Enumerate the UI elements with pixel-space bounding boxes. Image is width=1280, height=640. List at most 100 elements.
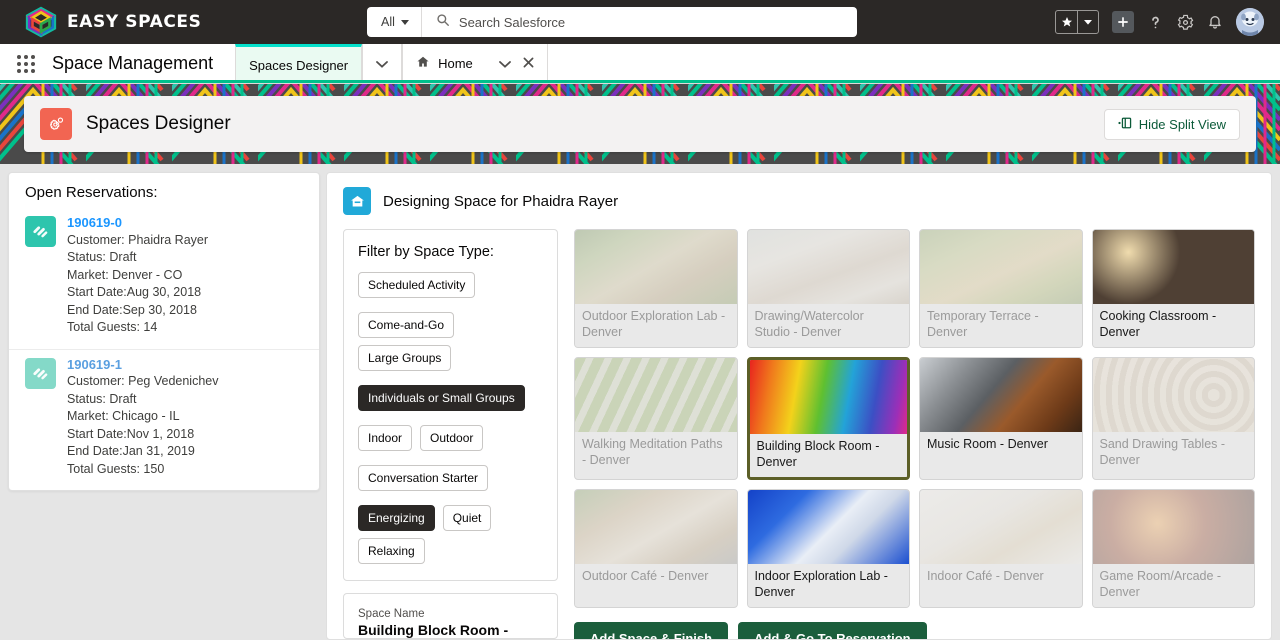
- space-card-image: [749, 360, 907, 434]
- space-card-building-block-room[interactable]: Building Block Room - Denver: [746, 357, 910, 480]
- favorites-group[interactable]: [1055, 10, 1099, 34]
- space-card-game-room-arcade[interactable]: Game Room/Arcade - Denver: [1091, 489, 1255, 608]
- space-cards-column: Outdoor Exploration Lab - Denver Drawing…: [574, 229, 1255, 639]
- field-label-space-name: Space Name: [358, 608, 425, 620]
- split-view-icon: [1118, 117, 1132, 132]
- chevron-down-icon: [400, 19, 409, 25]
- space-card-label: Sand Drawing Tables - Denver: [1092, 432, 1254, 475]
- global-header: EASY SPACES All Search Salesforce: [0, 0, 1280, 44]
- spaces-designer-panel: Designing Space for Phaidra Rayer Filter…: [326, 172, 1272, 640]
- gear-icon[interactable]: [1177, 14, 1194, 31]
- space-card-label: Walking Meditation Paths - Denver: [575, 432, 737, 475]
- space-card-sand-drawing-tables[interactable]: Sand Drawing Tables - Denver: [1091, 357, 1255, 480]
- filter-title: Filter by Space Type:: [358, 244, 494, 260]
- brand-name: EASY SPACES: [67, 12, 202, 32]
- space-card-walking-meditation-paths[interactable]: Walking Meditation Paths - Denver: [574, 357, 738, 480]
- filter-pill-outdoor[interactable]: Outdoor: [420, 425, 484, 451]
- filter-pill-conversation-starter[interactable]: Conversation Starter: [358, 465, 489, 491]
- space-card-cooking-classroom[interactable]: Cooking Classroom - Denver: [1091, 229, 1255, 348]
- space-card-label: Drawing/Watercolor Studio - Denver: [747, 304, 909, 347]
- global-search[interactable]: All Search Salesforce: [367, 7, 857, 37]
- tab-label: Spaces Designer: [249, 57, 349, 73]
- reservation-total-guests: Total Guests: 150: [67, 461, 165, 476]
- space-icon: [343, 187, 371, 215]
- favorites-chevron-down-icon[interactable]: [1077, 11, 1098, 33]
- help-button[interactable]: [1147, 14, 1164, 31]
- page-header-band: Spaces Designer Hide Split View: [0, 84, 1280, 164]
- space-card-label: Outdoor Café - Denver: [575, 564, 737, 606]
- designer-title: Designing Space for Phaidra Rayer: [383, 192, 619, 210]
- designer-body: Filter by Space Type: Scheduled Activity…: [343, 229, 1255, 639]
- space-card-image: [1092, 490, 1254, 564]
- space-card-label: Building Block Room - Denver: [749, 434, 907, 477]
- space-card-music-room[interactable]: Music Room - Denver: [919, 357, 1083, 480]
- filter-pill-quiet[interactable]: Quiet: [442, 505, 492, 531]
- space-card-image: [575, 490, 737, 564]
- space-card-label: Game Room/Arcade - Denver: [1092, 564, 1254, 607]
- filter-pill-energizing[interactable]: Energizing: [358, 505, 435, 531]
- add-and-go-to-reservation-button[interactable]: Add & Go To Reservation: [738, 622, 927, 639]
- home-icon: [416, 55, 430, 72]
- add-button[interactable]: [1112, 11, 1134, 33]
- tab-spaces-designer-menu[interactable]: [362, 44, 403, 83]
- space-card-label: Cooking Classroom - Denver: [1092, 304, 1254, 347]
- reservation-number-link[interactable]: 190619-1: [67, 356, 218, 374]
- space-card-image: [920, 490, 1082, 564]
- space-card-label: Indoor Exploration Lab - Denver: [747, 564, 909, 607]
- filter-pill-come-and-go[interactable]: Come-and-Go: [358, 312, 455, 338]
- space-card-image: [747, 230, 909, 304]
- space-card-indoor-cafe[interactable]: Indoor Café - Denver: [919, 489, 1083, 608]
- tab-home[interactable]: Home: [402, 44, 548, 83]
- filter-pill-large-groups[interactable]: Large Groups: [358, 345, 452, 371]
- reservation-number-link[interactable]: 190619-0: [67, 214, 208, 232]
- filter-pill-individuals-or-small-groups[interactable]: Individuals or Small Groups: [358, 385, 525, 411]
- filter-pill-indoor[interactable]: Indoor: [358, 425, 413, 451]
- space-card-grid: Outdoor Exploration Lab - Denver Drawing…: [574, 229, 1255, 608]
- field-value-space-name: Building Block Room - Denver: [358, 622, 509, 638]
- bell-icon[interactable]: [1207, 14, 1223, 30]
- space-details-panel: Space Name Building Block Room - Denver …: [343, 593, 558, 639]
- space-card-image: [575, 358, 737, 432]
- search-icon: [436, 13, 450, 32]
- hide-split-view-button[interactable]: Hide Split View: [1103, 108, 1240, 140]
- reservation-details: 190619-0 Customer: Phaidra Rayer Status:…: [67, 214, 208, 337]
- brand: EASY SPACES: [0, 5, 340, 39]
- close-icon[interactable]: [519, 56, 534, 71]
- star-icon[interactable]: [1056, 11, 1077, 33]
- list-item[interactable]: 190619-0 Customer: Phaidra Rayer Status:…: [9, 208, 319, 349]
- space-card-indoor-exploration-lab[interactable]: Indoor Exploration Lab - Denver: [746, 489, 910, 608]
- space-card-image: [575, 230, 737, 304]
- space-card-image: [747, 490, 909, 564]
- space-card-temporary-terrace[interactable]: Temporary Terrace - Denver: [919, 229, 1083, 348]
- space-card-outdoor-cafe[interactable]: Outdoor Café - Denver: [574, 489, 738, 608]
- filter-pill-scheduled-activity[interactable]: Scheduled Activity: [358, 272, 476, 298]
- chevron-down-icon[interactable]: [481, 56, 511, 71]
- hexagon-logo-icon: [24, 5, 58, 39]
- chevron-down-icon: [376, 56, 389, 71]
- reservation-customer: Customer: Phaidra Rayer: [67, 232, 209, 247]
- space-card-image: [1092, 230, 1254, 304]
- filter-pill-relaxing[interactable]: Relaxing: [358, 538, 425, 564]
- filter-pill-list: Scheduled Activity Come-and-Go Large Gro…: [358, 272, 543, 564]
- search-input[interactable]: Search Salesforce: [459, 15, 565, 30]
- handshake-icon: [25, 357, 56, 389]
- reservation-market: Market: Denver - CO: [67, 267, 183, 282]
- search-scope-selector[interactable]: All: [367, 7, 422, 37]
- search-scope-label: All: [381, 15, 395, 29]
- nav-accent-underline: [0, 80, 1280, 83]
- list-item[interactable]: 190619-1 Customer: Peg Vedenichev Status…: [9, 348, 319, 491]
- space-card-drawing-watercolor-studio[interactable]: Drawing/Watercolor Studio - Denver: [746, 229, 910, 348]
- space-card-outdoor-exploration-lab[interactable]: Outdoor Exploration Lab - Denver: [574, 229, 738, 348]
- spaces-designer-icon: [40, 108, 72, 140]
- reservation-end-date: End Date:Sep 30, 2018: [67, 302, 197, 317]
- reservation-customer: Customer: Peg Vedenichev: [67, 374, 219, 388]
- app-launcher-icon[interactable]: [0, 44, 52, 83]
- reservation-start-date: Start Date:Nov 1, 2018: [67, 426, 195, 441]
- add-space-and-finish-button[interactable]: Add Space & Finish: [574, 622, 729, 639]
- reservation-end-date: End Date:Jan 31, 2019: [67, 444, 195, 458]
- main-body: Open Reservations: 190619-0 Customer: Ph…: [0, 164, 1280, 640]
- tab-spaces-designer[interactable]: Spaces Designer: [235, 44, 363, 83]
- tab-label: Home: [438, 56, 473, 71]
- handshake-icon: [25, 216, 56, 247]
- user-avatar-icon[interactable]: [1236, 8, 1264, 36]
